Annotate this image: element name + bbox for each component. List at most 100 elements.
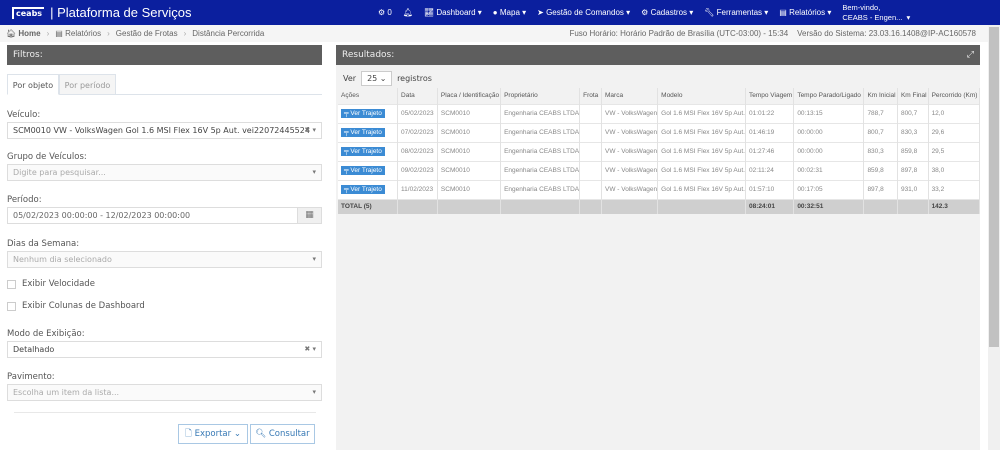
tab-por-objeto[interactable]: Por objeto — [7, 74, 59, 95]
pavimento-placeholder: Escolha um item da lista... — [13, 388, 120, 397]
pavimento-select[interactable]: Escolha um item da lista... ▾ — [7, 384, 322, 401]
consultar-button[interactable]: 🔍︎ Consultar — [250, 424, 315, 444]
scrollbar-thumb[interactable] — [989, 27, 999, 347]
expand-icon[interactable]: ⤢ — [967, 45, 974, 65]
ver-trajeto-button[interactable]: ╤ Ver Trajeto — [341, 128, 385, 137]
total-cell — [863, 198, 898, 214]
table-cell: SCM0010 — [437, 160, 502, 180]
column-header[interactable]: Km Inicial — [863, 88, 898, 104]
cogs-icon: ⚙ — [378, 8, 386, 17]
total-cell — [437, 198, 502, 214]
pavimento-label: Pavimento: — [7, 372, 55, 382]
column-header[interactable]: Proprietário — [500, 88, 581, 104]
column-header[interactable]: Tempo Viagem — [745, 88, 795, 104]
total-cell: 08:24:01 — [745, 198, 795, 214]
dashboard-columns-checkbox[interactable] — [7, 302, 16, 311]
chevron-down-icon: ▾ — [312, 168, 316, 176]
column-header[interactable]: Placa / Identificação — [437, 88, 502, 104]
table-cell — [579, 122, 603, 142]
ver-trajeto-button[interactable]: ╤ Ver Trajeto — [341, 147, 385, 156]
veiculo-select[interactable]: SCM0010 VW - VolksWagen Gol 1.6 MSI Flex… — [7, 122, 322, 139]
menu-label: Ferramentas — [716, 8, 763, 17]
globe-icon: ● — [492, 8, 498, 17]
menu-gestao-comandos[interactable]: ➤ Gestão de Comandos ▾ — [537, 8, 630, 17]
menu-label: Dashboard — [436, 8, 476, 17]
file-icon: 🗋 — [185, 429, 192, 439]
modo-label: Modo de Exibição: — [7, 329, 85, 339]
column-header: Ações — [338, 88, 399, 104]
periodo-input[interactable]: 05/02/2023 00:00:00 - 12/02/2023 00:00:0… — [7, 207, 322, 224]
table-cell: 800,7 — [863, 122, 898, 142]
results-header: Resultados: ⤢ — [336, 45, 980, 65]
total-cell — [657, 198, 746, 214]
table-cell: Gol 1.6 MSI Flex 16V 5p Aut. — [657, 160, 746, 180]
breadcrumb-relatorios[interactable]: ▤ Relatórios — [55, 29, 101, 38]
column-header[interactable]: Marca — [601, 88, 659, 104]
grupo-select[interactable]: Digite para pesquisar... ▾ — [7, 164, 322, 181]
column-header[interactable]: Data — [397, 88, 438, 104]
column-header[interactable]: Percorrido (Km) — [928, 88, 981, 104]
table-cell: SCM0010 — [437, 179, 502, 199]
modo-select[interactable]: Detalhado ✖ ▾ — [7, 341, 322, 358]
table-cell: 00:17:05 — [793, 179, 865, 199]
ceabs-logo[interactable]: ceabs — [12, 6, 45, 19]
table-cell: Engenharia CEABS LTDA — [500, 122, 581, 142]
table-cell: 02:11:24 — [745, 160, 795, 180]
table-cell: VW - VolksWagen — [601, 122, 659, 142]
veiculo-label: Veículo: — [7, 110, 41, 120]
dias-label: Dias da Semana: — [7, 239, 80, 249]
velocidade-checkbox[interactable] — [7, 280, 16, 289]
route-icon: ╤ — [344, 110, 349, 117]
ver-trajeto-button[interactable]: ╤ Ver Trajeto — [341, 166, 385, 175]
dias-select[interactable]: Nenhum dia selecionado ▾ — [7, 251, 322, 268]
column-header[interactable]: Modelo — [657, 88, 746, 104]
table-cell: 01:01:22 — [745, 103, 795, 123]
user-menu[interactable]: Bem-vindo, CEABS - Engen... ▾ — [842, 3, 910, 23]
table-cell: Gol 1.6 MSI Flex 16V 5p Aut. — [657, 103, 746, 123]
page-scrollbar[interactable] — [988, 25, 1000, 450]
menu-label: Cadastros — [650, 8, 688, 17]
table-cell: 05/02/2023 — [397, 103, 438, 123]
breadcrumb-gestao-frotas[interactable]: Gestão de Frotas — [116, 29, 178, 38]
top-navbar: ceabs | Plataforma de Serviços ⚙ 0 🔔︎ 📈︎… — [0, 0, 1000, 25]
grupo-label: Grupo de Veículos: — [7, 152, 87, 162]
actions-cell: ╤ Ver Trajeto — [338, 122, 399, 142]
table-cell — [579, 179, 603, 199]
column-header[interactable]: Frota — [579, 88, 603, 104]
table-cell: 897,8 — [897, 160, 929, 180]
page-size-select[interactable]: 25 ⌄ — [361, 71, 393, 86]
exportar-button[interactable]: 🗋 Exportar ⌄ — [178, 424, 248, 444]
table-cell: 859,8 — [897, 141, 929, 161]
clear-chevron-icon[interactable]: ✖ ▾ — [304, 342, 316, 357]
send-icon: ➤ — [537, 8, 544, 17]
menu-relatorios[interactable]: ▤ Relatórios ▾ — [779, 8, 831, 17]
ver-trajeto-button[interactable]: ╤ Ver Trajeto — [341, 185, 385, 194]
table-cell: SCM0010 — [437, 103, 502, 123]
table-row: ╤ Ver Trajeto 08/02/2023 SCM0010 Engenharia… — [338, 141, 981, 161]
bell-icon[interactable]: 🔔︎ — [403, 8, 413, 17]
actions-cell: ╤ Ver Trajeto — [338, 141, 399, 161]
calendar-icon[interactable]: ▦ — [297, 208, 321, 223]
total-row: TOTAL (5) 08:24:01 00:32:51 142.3 — [338, 198, 981, 214]
table-cell: Engenharia CEABS LTDA — [500, 103, 581, 123]
consultar-label: Consultar — [268, 429, 310, 439]
table-cell: 800,7 — [897, 103, 929, 123]
table-cell: 00:02:31 — [793, 160, 865, 180]
breadcrumb-label: Relatórios — [65, 29, 102, 38]
exportar-label: Exportar — [194, 429, 232, 439]
actions-cell: ╤ Ver Trajeto — [338, 103, 399, 123]
menu-ferramentas[interactable]: 🔧︎ Ferramentas ▾ — [704, 8, 768, 17]
menu-mapa[interactable]: ● Mapa ▾ — [493, 8, 526, 17]
breadcrumb-home[interactable]: 🏠︎ Home — [6, 29, 41, 38]
settings-notifications[interactable]: ⚙ 0 — [378, 8, 392, 17]
menu-cadastros[interactable]: ⚙ Cadastros ▾ — [641, 8, 693, 17]
menu-dashboard[interactable]: 📈︎ Dashboard ▾ — [424, 8, 482, 17]
column-header[interactable]: Tempo Parado/Ligado — [793, 88, 865, 104]
total-cell — [579, 198, 603, 214]
notif-count: 0 — [387, 8, 392, 17]
clear-chevron-icon[interactable]: ✖ ▾ — [304, 123, 316, 138]
table-cell: VW - VolksWagen — [601, 160, 659, 180]
tab-por-periodo[interactable]: Por período — [59, 74, 116, 95]
ver-trajeto-button[interactable]: ╤ Ver Trajeto — [341, 109, 385, 118]
column-header[interactable]: Km Final — [897, 88, 929, 104]
